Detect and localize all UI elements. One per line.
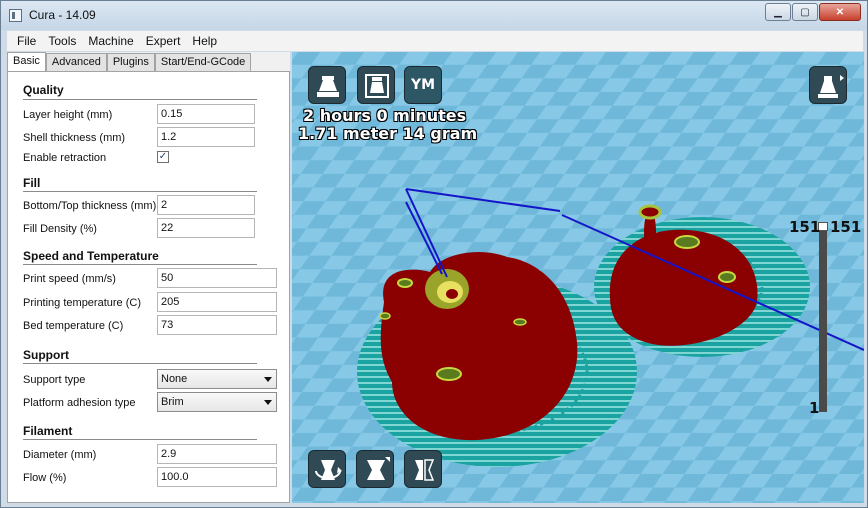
basic-settings-page: Quality Layer height (mm) 0.15 Shell thi… <box>7 71 290 503</box>
load-model-icon <box>317 76 339 97</box>
load-model-button[interactable] <box>308 66 346 104</box>
layer-height-label: Layer height (mm) <box>23 109 113 121</box>
fill-density-label: Fill Density (%) <box>23 223 97 235</box>
diameter-input[interactable]: 2.9 <box>157 444 277 464</box>
tab-advanced[interactable]: Advanced <box>45 53 107 71</box>
window-controls: ▁ ▢ ✕ <box>765 3 861 21</box>
layer-min: 1 <box>809 399 820 417</box>
close-button[interactable]: ✕ <box>819 3 861 21</box>
shell-thickness-input[interactable]: 1.2 <box>157 127 255 147</box>
settings-panel: Basic Advanced Plugins Start/End-GCode Q… <box>7 52 290 503</box>
platform-adhesion-select[interactable]: Brim <box>157 392 277 412</box>
enable-retraction-checkbox[interactable]: ✓ <box>157 151 169 163</box>
printing-temperature-label: Printing temperature (C) <box>23 297 141 309</box>
flow-label: Flow (%) <box>23 472 67 484</box>
support-divider <box>23 363 257 364</box>
title-bar[interactable]: Cura - 14.09 ▁ ▢ ✕ <box>1 1 867 30</box>
save-toolpath-icon <box>365 74 389 98</box>
menu-expert[interactable]: Expert <box>140 34 187 48</box>
fill-density-input[interactable]: 22 <box>157 218 255 238</box>
enable-retraction-label: Enable retraction <box>23 152 107 164</box>
chevron-down-icon <box>264 377 272 382</box>
layer-max-right: 151 <box>830 218 862 236</box>
platform-adhesion-label: Platform adhesion type <box>23 397 136 409</box>
speed-temperature-title: Speed and Temperature <box>23 249 159 263</box>
layer-max-left: 151 <box>789 218 821 236</box>
view-mode-icon <box>818 75 844 98</box>
scale-icon <box>367 457 390 480</box>
model-left <box>379 252 578 441</box>
bed-temperature-label: Bed temperature (C) <box>23 320 124 332</box>
printing-temperature-input[interactable]: 205 <box>157 292 277 312</box>
rotate-button[interactable] <box>308 450 346 488</box>
material-usage-text: 1.71 meter 14 gram <box>298 124 478 143</box>
mirror-button[interactable] <box>404 450 442 488</box>
youmagine-button[interactable]: YM <box>404 66 442 104</box>
filament-title: Filament <box>23 424 73 438</box>
platform-adhesion-value: Brim <box>161 396 184 408</box>
shell-thickness-label: Shell thickness (mm) <box>23 132 126 144</box>
flow-input[interactable]: 100.0 <box>157 467 277 487</box>
print-speed-input[interactable]: 50 <box>157 268 277 288</box>
save-toolpath-button[interactable] <box>357 66 395 104</box>
filament-divider <box>23 439 257 440</box>
maximize-button[interactable]: ▢ <box>792 3 818 21</box>
menu-machine[interactable]: Machine <box>82 34 139 48</box>
chevron-down-icon <box>264 400 272 405</box>
diameter-label: Diameter (mm) <box>23 449 97 461</box>
speed-divider <box>23 264 257 265</box>
print-speed-label: Print speed (mm/s) <box>23 273 116 285</box>
quality-title: Quality <box>23 83 64 97</box>
menu-help[interactable]: Help <box>186 34 223 48</box>
quality-divider <box>23 99 257 100</box>
support-type-label: Support type <box>23 374 86 386</box>
layer-slider[interactable] <box>819 227 827 412</box>
layer-height-input[interactable]: 0.15 <box>157 104 255 124</box>
scale-button[interactable] <box>356 450 394 488</box>
tab-basic[interactable]: Basic <box>7 52 46 71</box>
tab-start-end-gcode[interactable]: Start/End-GCode <box>154 53 252 71</box>
settings-tabs: Basic Advanced Plugins Start/End-GCode <box>7 52 252 71</box>
app-window: Cura - 14.09 ▁ ▢ ✕ File Tools Machine Ex… <box>0 0 868 508</box>
window-title: Cura - 14.09 <box>29 8 96 22</box>
print-time-text: 2 hours 0 minutes <box>303 106 467 125</box>
bottom-top-thickness-input[interactable]: 2 <box>157 195 255 215</box>
support-title: Support <box>23 348 69 362</box>
support-type-value: None <box>161 373 188 385</box>
mirror-icon <box>415 459 435 481</box>
view-mode-button[interactable] <box>809 66 847 104</box>
tab-plugins[interactable]: Plugins <box>106 53 155 71</box>
menu-tools[interactable]: Tools <box>42 34 82 48</box>
menu-file[interactable]: File <box>11 34 42 48</box>
bottom-top-thickness-label: Bottom/Top thickness (mm) <box>23 200 157 212</box>
3d-viewport[interactable]: YM 2 hours 0 minutes 1.71 meter 14 gram … <box>292 52 864 503</box>
bed-temperature-input[interactable]: 73 <box>157 315 277 335</box>
fill-divider <box>23 191 257 192</box>
app-icon <box>9 9 22 22</box>
support-type-select[interactable]: None <box>157 369 277 389</box>
minimize-button[interactable]: ▁ <box>765 3 791 21</box>
rotate-icon <box>315 460 342 480</box>
fill-title: Fill <box>23 176 41 190</box>
menu-bar: File Tools Machine Expert Help <box>7 31 863 51</box>
